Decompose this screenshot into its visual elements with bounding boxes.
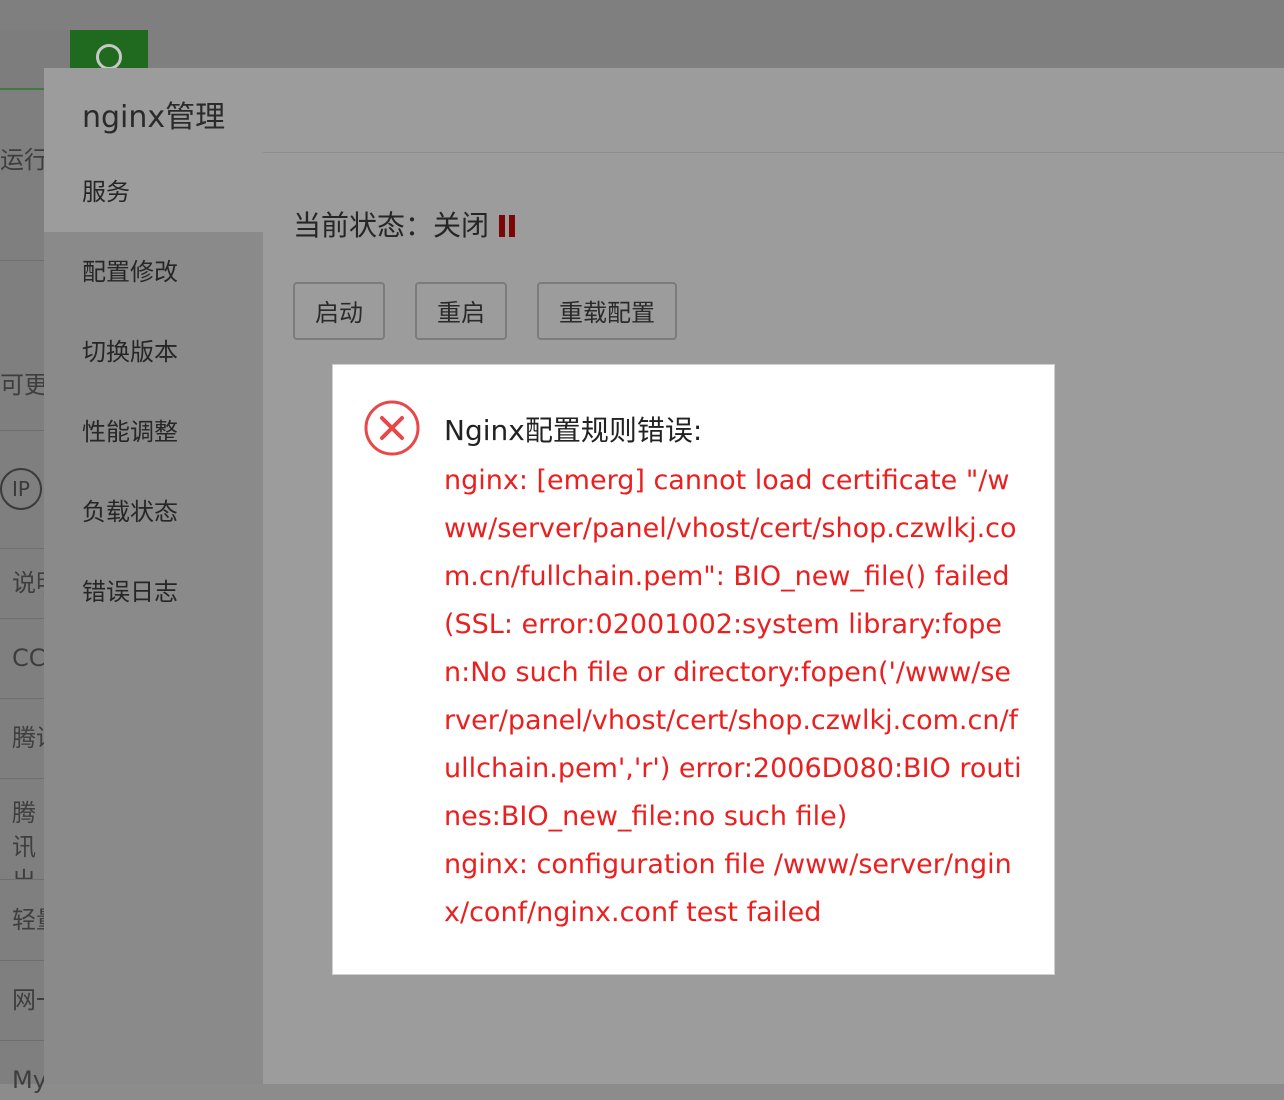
background-list: 运行环 可更 IP 说明 CC 腾讯 腾讯出海 轻量 网一 My — [0, 130, 56, 1094]
error-message: nginx: [emerg] cannot load certificate "… — [444, 457, 1022, 937]
error-circle-x-icon — [364, 400, 420, 456]
nav-item-service[interactable]: 服务 — [44, 152, 263, 232]
error-line: nginx: [emerg] cannot load certificate "… — [444, 465, 1022, 832]
ip-icon: IP — [0, 468, 42, 510]
background-row: 腾讯出海 — [0, 778, 44, 880]
status-line: 当前状态：关闭 — [293, 204, 516, 244]
panel-header: nginx管理 — [44, 68, 1284, 153]
status-label: 当前状态： — [293, 209, 434, 242]
pause-icon — [499, 215, 516, 237]
nav-item-config-edit[interactable]: 配置修改 — [44, 232, 263, 312]
panel-title: nginx管理 — [82, 100, 226, 135]
status-value: 关闭 — [433, 209, 490, 242]
background-row: 运行环 — [0, 130, 44, 261]
background-row: 可更 — [0, 260, 44, 431]
nav-item-switch-version[interactable]: 切换版本 — [44, 312, 263, 392]
background-row: IP — [0, 430, 44, 549]
reload-config-button[interactable]: 重载配置 — [537, 282, 677, 340]
side-nav: 服务 配置修改 切换版本 性能调整 负载状态 错误日志 — [44, 152, 263, 1084]
search-icon — [96, 44, 122, 70]
error-line: nginx: configuration file /www/server/ng… — [444, 849, 1012, 928]
start-button[interactable]: 启动 — [293, 282, 385, 340]
error-title: Nginx配置规则错误: — [444, 414, 703, 447]
restart-button[interactable]: 重启 — [415, 282, 507, 340]
nav-item-error-log[interactable]: 错误日志 — [44, 552, 263, 632]
nav-item-performance[interactable]: 性能调整 — [44, 392, 263, 472]
error-dialog: Nginx配置规则错误: nginx: [emerg] cannot load … — [332, 364, 1055, 975]
nav-item-load-status[interactable]: 负载状态 — [44, 472, 263, 552]
